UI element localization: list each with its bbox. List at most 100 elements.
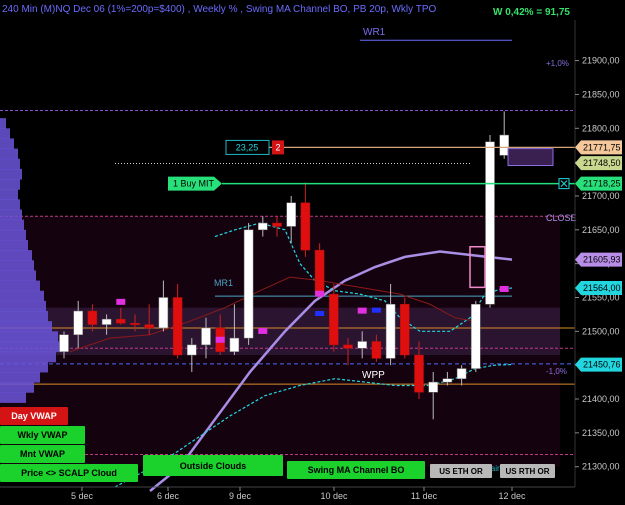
weekly-tpo-box <box>507 148 554 167</box>
volume-profile-bar <box>0 351 56 363</box>
price-tick-label: 21400,00 <box>582 394 620 404</box>
signal-marker <box>499 285 509 292</box>
pct-up-label: +1,0% <box>546 59 569 68</box>
candle-body <box>400 304 410 356</box>
candle-body <box>499 134 509 156</box>
volume-profile-bar <box>0 179 20 190</box>
candle-body <box>272 222 282 227</box>
volume-profile-bar <box>0 148 18 160</box>
wpp-label: WPP <box>362 370 385 381</box>
price-tag-label: 21450,76 <box>583 360 621 370</box>
buy-mit-label: 1 Buy MIT <box>173 179 215 189</box>
price-tag-label: 21564,00 <box>583 283 621 293</box>
volume-profile-bar <box>0 229 26 241</box>
candle-body <box>87 310 98 325</box>
signal-marker <box>116 298 126 305</box>
volume-profile-bar <box>0 138 14 150</box>
candle-body <box>73 310 83 335</box>
order-value-label: 23,25 <box>236 142 259 152</box>
volume-profile-bar <box>0 250 32 261</box>
signal-marker <box>371 307 381 313</box>
wkly-vwap-button[interactable]: Wkly VWAP <box>0 426 85 444</box>
candle-body <box>144 324 154 329</box>
time-tick-label: 5 dec <box>71 491 94 501</box>
volume-profile-bar <box>0 219 24 231</box>
candle-body <box>371 341 382 359</box>
signal-marker <box>315 290 325 297</box>
volume-profile-bar <box>0 371 40 383</box>
volume-profile-bar <box>0 382 34 393</box>
price-chart[interactable]: 23,2521 Buy MITWR1+1,0%CLOSEMR1WPP-1,0%©… <box>0 0 625 505</box>
volume-profile-bar <box>0 341 62 353</box>
volume-profile-bar <box>0 128 10 139</box>
volume-profile-bar <box>0 321 52 332</box>
candle-body <box>329 293 339 346</box>
volume-profile-bar <box>0 260 34 271</box>
candle-body <box>485 141 495 305</box>
candle-body <box>300 202 311 251</box>
price-tick-label: 21800,00 <box>582 123 620 133</box>
price-tick-label: 21700,00 <box>582 191 620 201</box>
signal-marker <box>258 327 268 334</box>
candle-body <box>456 368 467 379</box>
price-tag-label: 21748,50 <box>583 158 621 168</box>
volume-profile-bar <box>0 189 18 200</box>
volume-profile-bar <box>0 239 28 251</box>
candle-body <box>442 378 453 383</box>
signal-marker <box>357 307 367 314</box>
order-qty-label: 2 <box>275 142 280 152</box>
candle-body <box>286 202 296 227</box>
price-tick-label: 21850,00 <box>582 89 620 99</box>
time-tick-label: 10 dec <box>320 491 348 501</box>
wr1-label: WR1 <box>363 27 386 38</box>
price-tag-label: 21718,25 <box>583 179 621 189</box>
volume-profile-bar <box>0 290 44 302</box>
candle-body <box>314 249 325 295</box>
volume-profile-bar <box>0 280 40 292</box>
volume-profile-bar <box>0 392 26 403</box>
volume-profile-bar <box>0 209 22 221</box>
volume-profile-bar <box>0 361 48 373</box>
outside-clouds-button[interactable]: Outside Clouds <box>143 455 283 476</box>
mr1-label: MR1 <box>214 278 233 288</box>
candle-body <box>116 318 126 324</box>
time-tick-label: 9 dec <box>229 491 252 501</box>
volume-profile-bar <box>0 168 22 180</box>
candle-body <box>258 222 268 231</box>
candle-body <box>229 337 240 352</box>
price-tick-label: 21900,00 <box>582 56 620 66</box>
candle-body <box>130 322 140 325</box>
candle-body <box>471 304 481 369</box>
candle-body <box>101 318 112 325</box>
price-tick-label: 21650,00 <box>582 225 620 235</box>
candle-body <box>243 229 254 339</box>
volume-profile-bar <box>0 300 46 312</box>
price-scalp-cloud-button[interactable]: Price <> SCALP Cloud <box>0 464 138 482</box>
price-tag-label: 21771,75 <box>583 142 621 152</box>
price-tag-label: 21605,93 <box>583 255 621 265</box>
price-tick-label: 21300,00 <box>582 462 620 472</box>
candle-body <box>172 297 183 356</box>
us-eth-or-button[interactable]: US ETH OR <box>430 464 492 478</box>
close-label: CLOSE <box>546 213 577 223</box>
candle-body <box>59 334 69 352</box>
volume-profile-bar <box>0 199 20 211</box>
volume-profile-bar <box>0 331 58 342</box>
weekly-performance: W 0,42% = 91,75 <box>493 7 570 18</box>
candle-body <box>385 304 396 359</box>
volume-profile-bar <box>0 118 6 129</box>
day-vwap-button[interactable]: Day VWAP <box>0 407 68 425</box>
volume-profile-bar <box>0 270 36 282</box>
candle-body <box>201 327 211 346</box>
price-tick-label: 21350,00 <box>582 428 620 438</box>
swing-ma-channel-button[interactable]: Swing MA Channel BO <box>287 461 425 479</box>
signal-marker <box>315 311 325 317</box>
us-rth-or-button[interactable]: US RTH OR <box>500 464 555 478</box>
price-tick-label: 21500,00 <box>582 326 620 336</box>
candle-body <box>187 344 197 356</box>
candle-body <box>414 354 424 393</box>
mnt-vwap-button[interactable]: Mnt VWAP <box>0 445 85 463</box>
volume-profile-bar <box>0 158 20 170</box>
candle-body <box>357 341 367 349</box>
chart-title: 240 Min (M)NQ Dec 06 (1%=200p=$400) , We… <box>2 4 437 15</box>
